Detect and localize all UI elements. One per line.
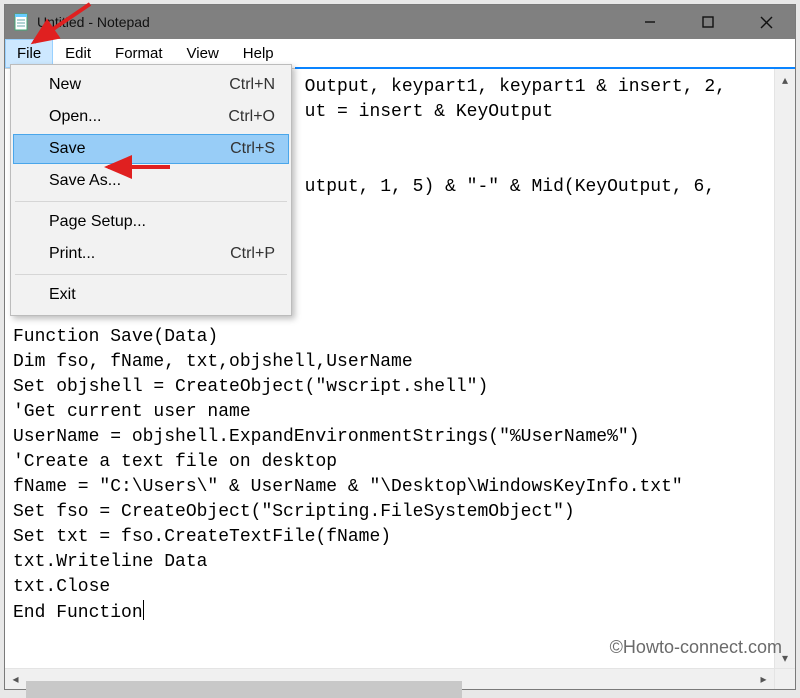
menu-separator xyxy=(15,274,287,275)
file-dropdown-menu: New Ctrl+N Open... Ctrl+O Save Ctrl+S Sa… xyxy=(10,64,292,316)
menu-item-page-setup[interactable]: Page Setup... xyxy=(13,206,289,238)
menu-item-save-as[interactable]: Save As... xyxy=(13,165,289,197)
notepad-icon xyxy=(13,13,31,31)
menu-item-print[interactable]: Print... Ctrl+P xyxy=(13,238,289,270)
minimize-icon xyxy=(644,16,656,28)
menu-item-exit[interactable]: Exit xyxy=(13,279,289,311)
hscroll-thumb[interactable] xyxy=(26,681,462,698)
scroll-right-arrow-icon[interactable]: ▸ xyxy=(753,669,774,690)
menu-item-new[interactable]: New Ctrl+N xyxy=(13,69,289,101)
titlebar[interactable]: Untitled - Notepad xyxy=(5,5,795,39)
horizontal-scrollbar[interactable]: ◂ ▸ xyxy=(5,668,774,689)
minimize-button[interactable] xyxy=(621,5,679,39)
scroll-left-arrow-icon[interactable]: ◂ xyxy=(5,669,26,690)
close-button[interactable] xyxy=(737,5,795,39)
scroll-up-arrow-icon[interactable]: ▴ xyxy=(775,69,796,90)
vertical-scrollbar[interactable]: ▴ ▾ xyxy=(774,69,795,668)
menu-item-save[interactable]: Save Ctrl+S xyxy=(13,134,289,164)
scroll-corner xyxy=(774,668,795,689)
menu-item-open[interactable]: Open... Ctrl+O xyxy=(13,101,289,133)
maximize-icon xyxy=(702,16,714,28)
maximize-button[interactable] xyxy=(679,5,737,39)
close-icon xyxy=(760,16,773,29)
window-title: Untitled - Notepad xyxy=(37,14,150,30)
watermark-text: ©Howto-connect.com xyxy=(610,637,782,658)
menu-separator xyxy=(15,201,287,202)
